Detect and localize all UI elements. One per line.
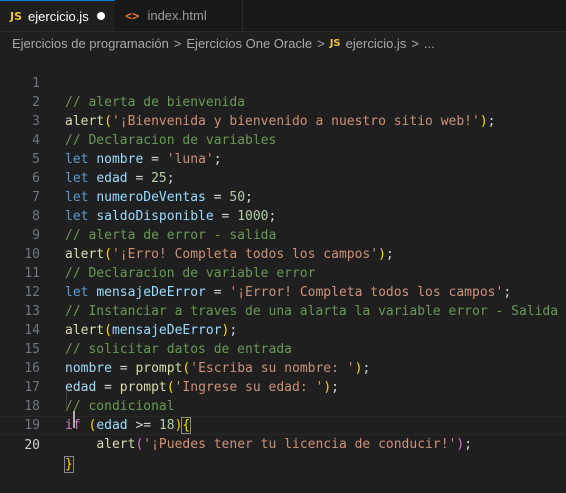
breadcrumb-item-folder[interactable]: Ejercicios de programación — [12, 36, 169, 51]
code-line: 11 let mensajeDeError = '¡Error! Complet… — [0, 245, 566, 300]
javascript-file-icon: JS — [329, 37, 341, 49]
breadcrumb-separator-icon: > — [173, 35, 182, 51]
indent-guide — [66, 391, 67, 410]
code-line: 3 // Declaracion de variables — [0, 93, 566, 148]
code-line: 7 let saldoDisponible = 1000; — [0, 169, 566, 224]
code-line: 15 nombre = prompt('Escriba su nombre: '… — [0, 321, 566, 376]
code-line: 8 // alerta de error - salida — [0, 188, 566, 243]
line-number: 20 — [24, 438, 40, 453]
html-file-icon: <> — [125, 8, 140, 23]
code-line: 12 // Instanciar a traves de una alarta … — [0, 264, 566, 319]
tab-index-html[interactable]: <> index.html — [115, 0, 243, 31]
javascript-file-icon: JS — [10, 9, 23, 23]
code-line: 18 if (edad >= 18){ — [0, 378, 566, 434]
breadcrumb-separator-icon: > — [317, 35, 325, 51]
code-line: 9 alert('¡Erro! Completa todos los campo… — [0, 207, 566, 262]
tab-label: ejercicio.js — [28, 8, 89, 24]
code-line: 16 edad = prompt('Ingrese su edad: '); — [0, 340, 566, 395]
breadcrumb-item-subfolder[interactable]: Ejercicios One Oracle — [186, 36, 312, 51]
code-editor[interactable]: 1 // alerta de bienvenida 2 alert('¡Bien… — [0, 55, 566, 473]
code-line: 19 alert('¡Puedes tener tu licencia de c… — [0, 397, 566, 452]
code-line: 2 alert('¡Bienvenida y bienvenido a nues… — [0, 74, 566, 129]
unsaved-changes-dot-icon[interactable] — [97, 12, 105, 20]
breadcrumb-separator-icon: > — [411, 35, 419, 51]
code-line: 5 let edad = 25; — [0, 131, 566, 186]
tab-label: index.html — [147, 8, 207, 23]
breadcrumb-item-symbols[interactable]: ... — [424, 36, 435, 51]
breadcrumb: Ejercicios de programación > Ejercicios … — [0, 32, 566, 54]
code-line: 10 // Declaracion de variable error — [0, 226, 566, 281]
code-line: 4 let nombre = 'luna'; — [0, 112, 566, 167]
current-code-line: 20 } — [0, 416, 566, 473]
matched-brace: } — [64, 456, 74, 473]
breadcrumb-item-file[interactable]: ejercicio.js — [346, 36, 407, 51]
line-content: } — [64, 455, 74, 474]
editor-tab-bar: JS ejercicio.js <> index.html — [0, 0, 566, 32]
code-line: 17 // condicional — [0, 359, 566, 414]
tab-ejercicio-js[interactable]: JS ejercicio.js — [0, 0, 115, 31]
code-line: 13 alert(mensajeDeError); — [0, 283, 566, 338]
code-line: 6 let numeroDeVentas = 50; — [0, 150, 566, 205]
text-cursor — [73, 411, 75, 428]
code-line: 1 // alerta de bienvenida — [0, 55, 566, 110]
code-line: 14 // solicitar datos de entrada — [0, 302, 566, 357]
